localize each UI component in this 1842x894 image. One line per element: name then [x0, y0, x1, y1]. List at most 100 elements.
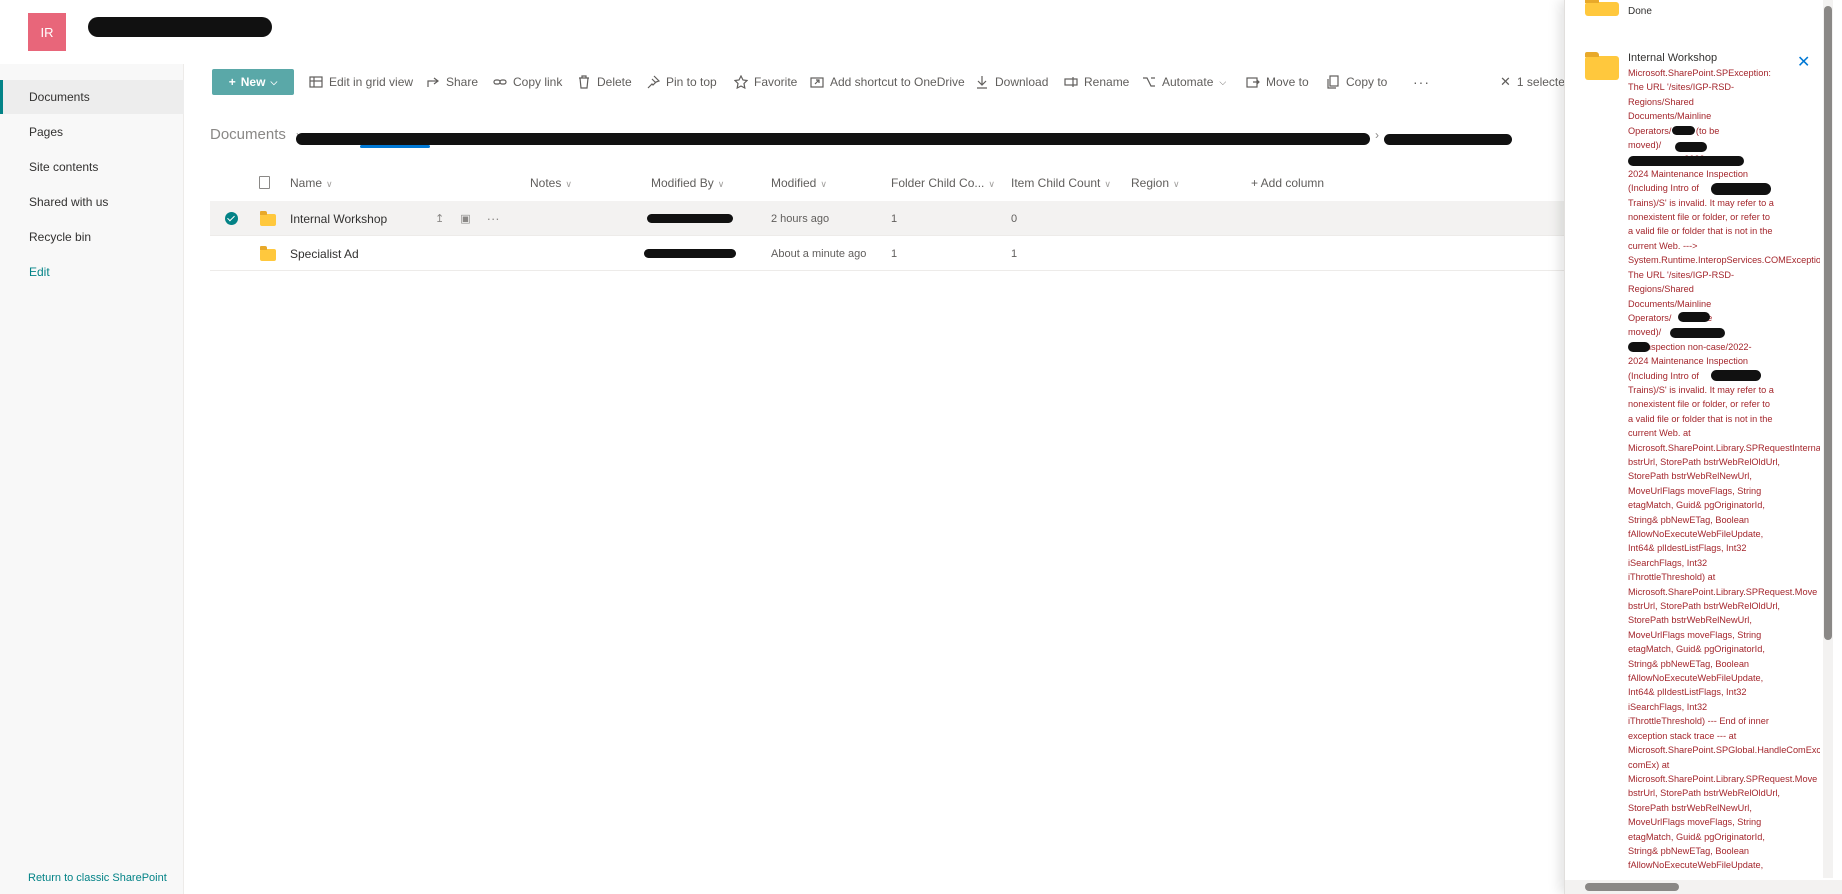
- preview-icon[interactable]: ▣: [460, 212, 470, 225]
- redacted-path: [1711, 183, 1771, 195]
- clear-selection-button[interactable]: ✕ 1 selected: [1500, 64, 1572, 100]
- vertical-scrollbar[interactable]: [1823, 0, 1833, 878]
- vertical-scroll-thumb[interactable]: [1824, 6, 1832, 640]
- add-shortcut-onedrive-button[interactable]: Add shortcut to OneDrive: [810, 64, 965, 100]
- delete-label: Delete: [597, 75, 632, 89]
- done-status: Done: [1628, 6, 1652, 17]
- column-header-notes[interactable]: Notes ∨: [530, 176, 572, 190]
- link-icon: [493, 79, 507, 85]
- chevron-down-icon: ⌵: [1219, 76, 1227, 87]
- rename-button[interactable]: Rename: [1064, 64, 1129, 100]
- copy-link-button[interactable]: Copy link: [493, 64, 562, 100]
- edit-grid-view-button[interactable]: Edit in grid view: [309, 64, 413, 100]
- pin-to-top-button[interactable]: Pin to top: [646, 64, 717, 100]
- chevron-down-icon: ∨: [565, 179, 572, 189]
- row-item-child-count: 0: [1011, 212, 1018, 225]
- table-row[interactable]: Specialist Ad About a minute ago 1 1: [210, 236, 1564, 271]
- row-name[interactable]: Internal Workshop: [290, 201, 387, 236]
- row-actions: ↥ ▣ ···: [435, 201, 500, 236]
- more-actions-button[interactable]: ···: [1413, 64, 1430, 100]
- favorite-label: Favorite: [754, 75, 798, 89]
- delete-button[interactable]: Delete: [577, 64, 632, 100]
- share-icon[interactable]: ↥: [435, 212, 444, 225]
- chevron-down-icon: ∨: [820, 179, 827, 189]
- column-header-label: Name: [290, 176, 323, 190]
- file-type-icon[interactable]: [259, 176, 270, 189]
- favorite-button[interactable]: Favorite: [734, 64, 797, 100]
- new-button[interactable]: + New ⌵: [212, 69, 294, 95]
- share-button[interactable]: Share: [426, 64, 478, 100]
- column-header-label: Modified: [771, 176, 817, 190]
- column-header-region[interactable]: Region ∨: [1131, 176, 1180, 190]
- column-header-item-child-count[interactable]: Item Child Count ∨: [1011, 176, 1111, 190]
- download-button[interactable]: Download: [975, 64, 1048, 100]
- nav-item-documents[interactable]: Documents: [0, 80, 184, 114]
- return-classic-link[interactable]: Return to classic SharePoint: [28, 872, 167, 884]
- nav-item-pages[interactable]: Pages: [0, 115, 184, 149]
- nav-item-site-contents[interactable]: Site contents: [0, 150, 184, 184]
- move-to-button[interactable]: Move to: [1246, 64, 1309, 100]
- redacted-path: [1672, 126, 1695, 135]
- column-header-folder-child-count[interactable]: Folder Child Co... ∨: [891, 176, 995, 190]
- folder-icon: [260, 211, 276, 226]
- breadcrumb-underline: [360, 145, 430, 148]
- redacted-breadcrumb-current: [1384, 134, 1512, 145]
- chevron-down-icon: ∨: [326, 179, 333, 189]
- breadcrumb: Documents ›: [210, 126, 300, 143]
- chevron-right-icon: ›: [1375, 128, 1379, 142]
- folder-icon: [1585, 0, 1619, 16]
- move-icon: [1246, 77, 1260, 88]
- rename-label: Rename: [1084, 75, 1130, 89]
- column-header-modified-by[interactable]: Modified By ∨: [651, 176, 724, 190]
- ellipsis-icon[interactable]: ···: [487, 211, 500, 226]
- row-name[interactable]: Specialist Ad: [290, 236, 359, 271]
- chevron-down-icon: ∨: [717, 179, 725, 189]
- redacted-modified-by: [644, 249, 736, 258]
- download-label: Download: [995, 75, 1049, 89]
- grid-icon: [309, 76, 323, 88]
- chevron-down-icon: ⌵: [270, 76, 278, 87]
- add-column-button[interactable]: + Add column: [1251, 176, 1324, 190]
- edit-grid-view-label: Edit in grid view: [329, 75, 414, 89]
- horizontal-scrollbar[interactable]: [1565, 880, 1842, 894]
- row-folder-child-count: 1: [891, 247, 898, 260]
- panel-item-title: Internal Workshop: [1628, 52, 1718, 64]
- automate-button[interactable]: Automate ⌵: [1142, 64, 1226, 100]
- star-icon: [734, 75, 748, 89]
- redacted-path: [1670, 328, 1725, 338]
- row-modified: 2 hours ago: [771, 212, 830, 225]
- left-navigation: Documents Pages Site contents Shared wit…: [0, 64, 184, 894]
- share-icon: [427, 77, 439, 87]
- copy-to-button[interactable]: Copy to: [1326, 64, 1387, 100]
- ellipsis-icon: ···: [1413, 74, 1430, 90]
- column-header-modified[interactable]: Modified ∨: [771, 176, 827, 190]
- redacted-site-title: [88, 17, 272, 37]
- table-row[interactable]: Internal Workshop ↥ ▣ ··· 2 hours ago 1 …: [210, 201, 1564, 236]
- nav-edit-link[interactable]: Edit: [0, 255, 184, 289]
- command-bar: + New ⌵ Edit in grid view Share Copy lin…: [184, 64, 1572, 100]
- folder-icon: [1585, 52, 1619, 80]
- column-header-label: Notes: [530, 176, 562, 190]
- row-selected-check-icon[interactable]: [225, 212, 238, 225]
- column-header-name[interactable]: Name ∨: [290, 176, 333, 190]
- horizontal-scroll-thumb[interactable]: [1585, 883, 1679, 891]
- trash-icon: [579, 75, 589, 89]
- site-header: IR: [0, 0, 1564, 64]
- redacted-path: [1678, 312, 1710, 322]
- nav-item-shared-with-us[interactable]: Shared with us: [0, 185, 184, 219]
- move-to-label: Move to: [1266, 75, 1309, 89]
- add-shortcut-label: Add shortcut to OneDrive: [830, 75, 965, 89]
- automate-label: Automate: [1162, 75, 1214, 89]
- redacted-breadcrumb: [296, 133, 1370, 145]
- chevron-down-icon: ∨: [1104, 179, 1111, 189]
- redacted-path: [1675, 142, 1707, 152]
- nav-item-recycle-bin[interactable]: Recycle bin: [0, 220, 184, 254]
- breadcrumb-root[interactable]: Documents: [210, 126, 286, 143]
- shortcut-icon: [810, 77, 824, 88]
- flow-icon: [1143, 77, 1155, 87]
- site-logo[interactable]: IR: [28, 13, 66, 51]
- row-modified: About a minute ago: [771, 247, 867, 260]
- chevron-down-icon: ∨: [988, 179, 995, 189]
- redacted-path: [1628, 342, 1650, 352]
- redacted-path: [1711, 370, 1761, 381]
